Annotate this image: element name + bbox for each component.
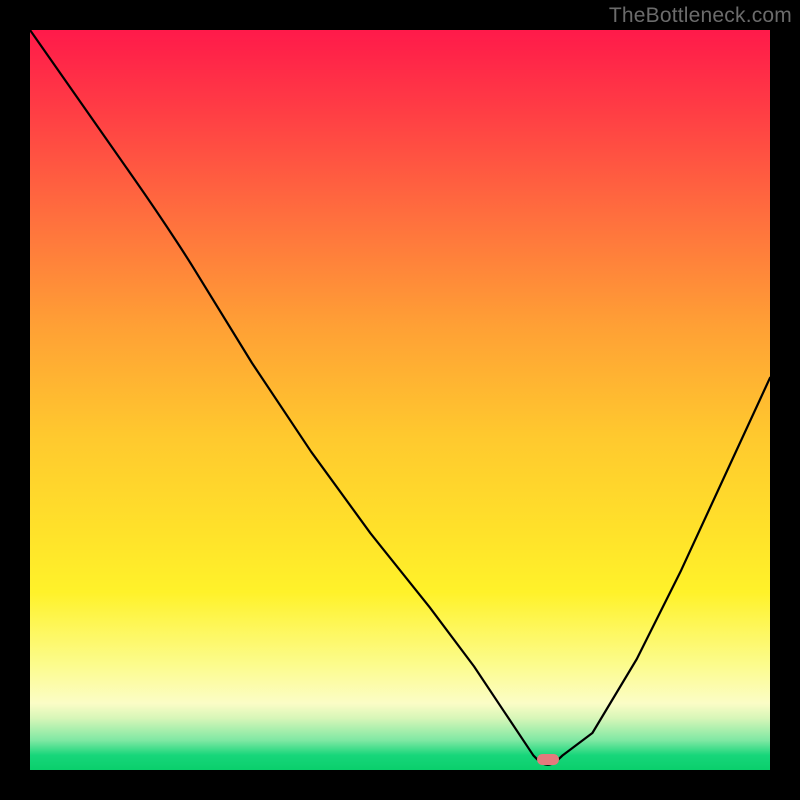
curve-path: [30, 30, 770, 770]
watermark-text: TheBottleneck.com: [609, 4, 792, 28]
chart-frame: TheBottleneck.com: [0, 0, 800, 800]
optimal-marker: [537, 754, 559, 765]
plot-area: [30, 30, 770, 770]
